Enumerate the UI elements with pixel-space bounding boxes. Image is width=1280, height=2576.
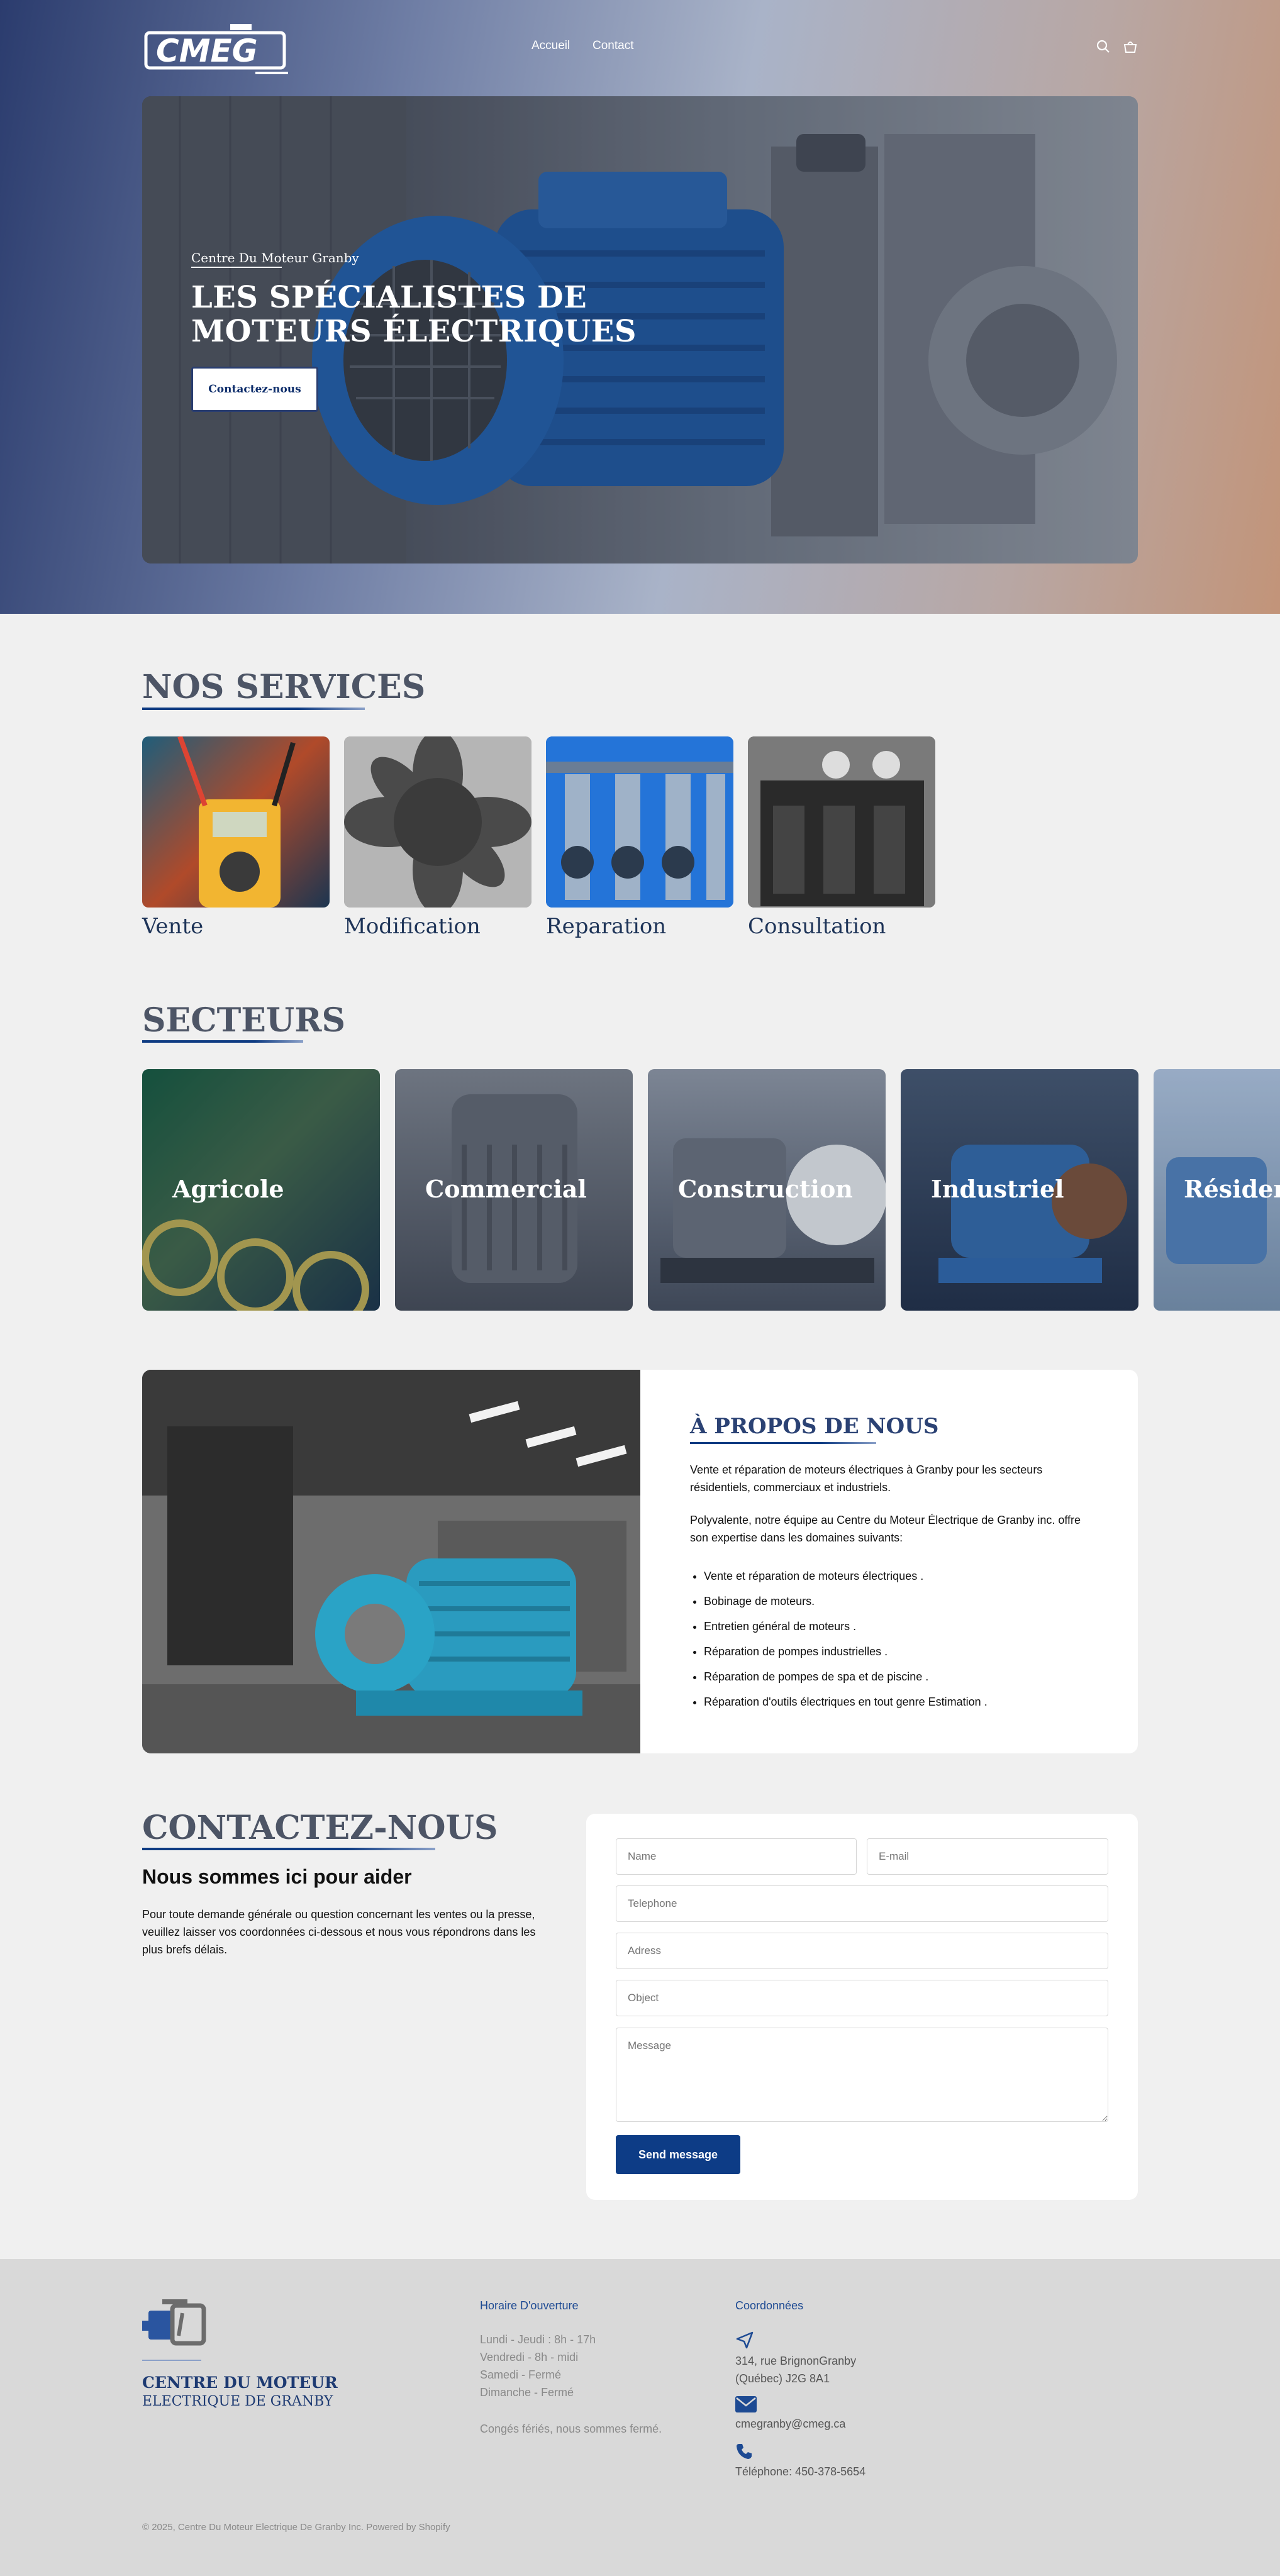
service-label-reparation[interactable]: Reparation: [546, 914, 666, 939]
email-field[interactable]: [867, 1838, 1108, 1875]
send-message-button[interactable]: Send message: [616, 2135, 740, 2174]
footer-brand-line-2: ELECTRIQUE DE GRANBY: [142, 2394, 333, 2409]
services-title-underline: [142, 708, 365, 710]
hero-title: LES SPÉCIALISTES DE MOTEURS ÉLECTRIQUES: [191, 280, 637, 349]
footer-holiday-note: Congés fériés, nous sommes fermé.: [480, 2423, 662, 2435]
object-field[interactable]: [616, 1980, 1108, 2016]
contact-title-underline: [142, 1848, 435, 1850]
cart-icon[interactable]: [1121, 38, 1139, 55]
secteurs-title-underline: [142, 1040, 303, 1043]
hero-eyebrow: Centre Du Moteur Granby: [191, 250, 359, 265]
footer-brand-divider: [142, 2360, 201, 2361]
secteurs-title: SECTEURS: [142, 1001, 346, 1040]
sector-card-commercial[interactable]: Commercial: [395, 1069, 633, 1311]
phone-icon: [737, 2444, 752, 2459]
cmeg-emblem-icon[interactable]: [142, 2299, 210, 2351]
contact-us-button[interactable]: Contactez-nous: [191, 367, 318, 412]
footer-copyright: © 2025, Centre Du Moteur Electrique De G…: [142, 2522, 450, 2533]
footer-hours-line: Dimanche - Fermé: [480, 2386, 574, 2399]
search-icon[interactable]: [1094, 38, 1112, 55]
about-title: À PROPOS DE NOUS: [690, 1414, 939, 1439]
hero-section: CMEG Accueil Contact Centre Du Moteur Gr…: [0, 0, 1280, 614]
service-card-reparation[interactable]: [546, 736, 733, 908]
service-card-vente[interactable]: [142, 736, 330, 908]
sector-card-construction[interactable]: Construction: [648, 1069, 886, 1311]
service-card-consultation[interactable]: [748, 736, 935, 908]
sector-label-industriel: Industriel: [931, 1175, 1064, 1203]
sector-label-agricole: Agricole: [172, 1175, 284, 1203]
name-field[interactable]: [616, 1838, 857, 1875]
list-item: Réparation de pompes industrielles .: [704, 1639, 1093, 1664]
sector-card-industriel[interactable]: Industriel: [901, 1069, 1138, 1311]
cmeg-logo[interactable]: CMEG: [142, 24, 289, 77]
list-item: Entretien général de moteurs .: [704, 1614, 1093, 1639]
footer-address-line-2: (Québec) J2G 8A1: [735, 2372, 830, 2385]
list-item: Bobinage de moteurs.: [704, 1589, 1093, 1614]
about-title-underline: [690, 1442, 876, 1444]
telephone-field[interactable]: [616, 1885, 1108, 1922]
sector-label-construction: Construction: [678, 1175, 853, 1203]
sector-label-commercial: Commercial: [425, 1175, 587, 1203]
list-item: Réparation d'outils électriques en tout …: [704, 1689, 1093, 1714]
footer-hours-line: Vendredi - 8h - midi: [480, 2351, 579, 2363]
footer-hours-title: Horaire D'ouverture: [480, 2299, 579, 2312]
footer-hours-line: Lundi - Jeudi : 8h - 17h: [480, 2333, 596, 2346]
location-icon: [736, 2331, 754, 2349]
sector-card-residentiel[interactable]: Résidentiel: [1154, 1069, 1280, 1311]
service-card-modification[interactable]: [344, 736, 531, 908]
footer-phone[interactable]: Téléphone: 450-378-5654: [735, 2463, 865, 2480]
about-paragraph-1: Vente et réparation de moteurs électriqu…: [690, 1463, 1043, 1494]
message-field[interactable]: [616, 2028, 1108, 2122]
contact-title: CONTACTEZ-NOUS: [142, 1809, 498, 1847]
sector-label-residentiel: Résidentiel: [1184, 1175, 1280, 1203]
sector-card-agricole[interactable]: Agricole: [142, 1069, 380, 1311]
list-item: Réparation de pompes de spa et de piscin…: [704, 1664, 1093, 1689]
footer-email-link[interactable]: cmegranby@cmeg.ca: [735, 2415, 845, 2433]
about-paragraph-2: Polyvalente, notre équipe au Centre du M…: [690, 1514, 1081, 1544]
footer-coords-title: Coordonnées: [735, 2299, 804, 2312]
contact-subtitle: Nous sommes ici pour aider: [142, 1865, 412, 1888]
email-icon: [735, 2396, 757, 2412]
service-label-modification[interactable]: Modification: [344, 914, 481, 939]
address-field[interactable]: [616, 1933, 1108, 1969]
service-label-consultation[interactable]: Consultation: [748, 914, 886, 939]
footer-address-line-1: 314, rue BrignonGranby: [735, 2355, 857, 2367]
list-item: Vente et réparation de moteurs électriqu…: [704, 1563, 1093, 1589]
hero-eyebrow-underline: [191, 267, 282, 268]
about-motor-image: [142, 1370, 640, 1753]
svg-text:CMEG: CMEG: [156, 33, 258, 69]
service-label-vente[interactable]: Vente: [142, 914, 203, 939]
nav-contact[interactable]: Contact: [593, 39, 633, 53]
contact-text: Pour toute demande générale ou question …: [142, 1908, 536, 1956]
services-title: NOS SERVICES: [142, 668, 426, 706]
footer-brand-line-1: CENTRE DU MOTEUR: [142, 2373, 338, 2392]
nav-accueil[interactable]: Accueil: [531, 39, 570, 53]
about-services-list: Vente et réparation de moteurs électriqu…: [690, 1563, 1093, 1714]
footer-hours-line: Samedi - Fermé: [480, 2368, 562, 2381]
